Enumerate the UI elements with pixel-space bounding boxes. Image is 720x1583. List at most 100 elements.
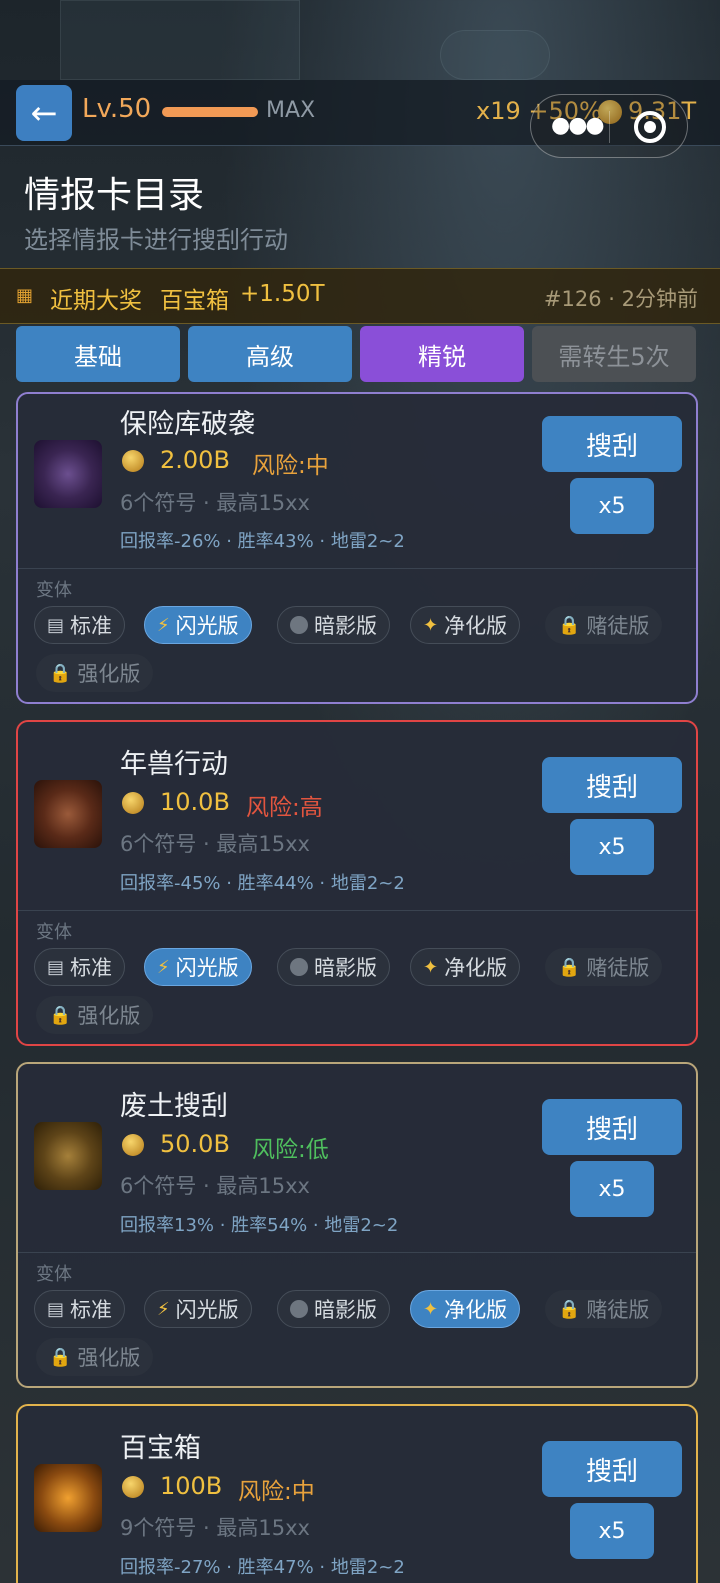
- card-symbols: 9个符号 · 最高15xx: [120, 1516, 310, 1540]
- capsule-divider: [609, 111, 610, 143]
- tab-locked[interactable]: 需转生5次: [532, 326, 696, 382]
- card-title: 百宝箱: [120, 1433, 201, 1464]
- document-icon: ▤: [47, 614, 65, 636]
- arrow-left-icon: ←: [30, 94, 58, 132]
- scrape-button[interactable]: 搜刮: [542, 1441, 682, 1497]
- lock-icon: 🔒: [49, 1004, 72, 1026]
- card-thumbnail: [34, 1464, 102, 1532]
- card-thumbnail: [34, 440, 102, 508]
- jackpot-card-name: 百宝箱: [160, 288, 229, 314]
- level-status: MAX: [266, 98, 316, 123]
- card-title: 年兽行动: [120, 749, 228, 780]
- variant-flash[interactable]: ⚡ 闪光版: [144, 1290, 252, 1328]
- variant-purified[interactable]: ✦ 净化版: [410, 606, 521, 644]
- sparkle-icon: ✦: [423, 614, 439, 636]
- tab-basic[interactable]: 基础: [16, 326, 180, 382]
- card-stats: 回报率13% · 胜率54% · 地雷2~2: [120, 1215, 399, 1236]
- card-nian-beast: 年兽行动 10.0B 风险:高 6个符号 · 最高15xx 回报率-45% · …: [16, 720, 698, 1046]
- card-cost: 10.0B: [160, 788, 230, 816]
- jackpot-meta: #126 · 2分钟前: [543, 287, 698, 311]
- scrape-x5-button[interactable]: x5: [570, 478, 654, 534]
- scrape-x5-button[interactable]: x5: [570, 819, 654, 875]
- more-icon[interactable]: ●●●: [551, 113, 605, 138]
- variant-purified[interactable]: ✦ 净化版: [410, 1290, 521, 1328]
- card-treasure-box: 百宝箱 100B 风险:中 9个符号 · 最高15xx 回报率-27% · 胜率…: [16, 1404, 698, 1583]
- back-button[interactable]: ←: [16, 85, 72, 141]
- card-divider: [18, 568, 696, 569]
- card-stats: 回报率-27% · 胜率47% · 地雷2~2: [120, 1557, 405, 1578]
- lightning-icon: ⚡: [157, 614, 170, 636]
- variant-enhanced-locked[interactable]: 🔒 强化版: [36, 654, 154, 692]
- scrape-button[interactable]: 搜刮: [542, 1099, 682, 1155]
- variant-standard[interactable]: ▤ 标准: [34, 606, 126, 644]
- card-stats: 回报率-45% · 胜率44% · 地雷2~2: [120, 873, 405, 894]
- lock-icon: 🔒: [49, 1346, 72, 1368]
- card-thumbnail: [34, 780, 102, 848]
- lock-icon: 🔒: [558, 1298, 581, 1320]
- background-monitor: [60, 0, 300, 80]
- variant-enhanced-locked[interactable]: 🔒 强化版: [36, 996, 154, 1034]
- card-vault-raid: 保险库破袭 2.00B 风险:中 6个符号 · 最高15xx 回报率-26% ·…: [16, 392, 698, 704]
- jackpot-banner: ▦ 近期大奖 百宝箱 +1.50T #126 · 2分钟前: [0, 268, 720, 324]
- shadow-orb-icon: [290, 616, 308, 634]
- variants-label: 变体: [36, 580, 72, 601]
- card-divider: [18, 910, 696, 911]
- sparkle-icon: ✦: [423, 1298, 439, 1320]
- lock-icon: 🔒: [558, 614, 581, 636]
- coin-icon: [122, 450, 144, 472]
- coin-icon: [122, 1476, 144, 1498]
- level-progress-bar: [162, 107, 258, 117]
- tab-elite[interactable]: 精锐: [360, 326, 524, 382]
- variant-shadow[interactable]: 暗影版: [277, 948, 390, 986]
- variant-gambler-locked[interactable]: 🔒 赌徒版: [545, 948, 663, 986]
- tab-advanced[interactable]: 高级: [188, 326, 352, 382]
- variant-shadow[interactable]: 暗影版: [277, 1290, 390, 1328]
- variants-label: 变体: [36, 922, 72, 943]
- variant-standard[interactable]: ▤ 标准: [34, 1290, 126, 1328]
- variant-purified[interactable]: ✦ 净化版: [410, 948, 521, 986]
- card-wasteland-scavenge: 废土搜刮 50.0B 风险:低 6个符号 · 最高15xx 回报率13% · 胜…: [16, 1062, 698, 1388]
- coin-icon: [122, 792, 144, 814]
- miniprogram-capsule: ●●●: [530, 94, 688, 158]
- variant-standard[interactable]: ▤ 标准: [34, 948, 126, 986]
- coin-icon: [122, 1134, 144, 1156]
- slot-machine-icon: ▦: [16, 285, 34, 306]
- variant-flash[interactable]: ⚡ 闪光版: [144, 948, 252, 986]
- variant-shadow[interactable]: 暗影版: [277, 606, 390, 644]
- document-icon: ▤: [47, 956, 65, 978]
- risk-level: 风险:低: [252, 1137, 329, 1163]
- risk-level: 风险:中: [252, 453, 329, 479]
- risk-level: 风险:中: [238, 1479, 315, 1505]
- card-stats: 回报率-26% · 胜率43% · 地雷2~2: [120, 531, 405, 552]
- lightning-icon: ⚡: [157, 956, 170, 978]
- card-cost: 50.0B: [160, 1130, 230, 1158]
- lock-icon: 🔒: [558, 956, 581, 978]
- page-subtitle: 选择情报卡进行搜刮行动: [24, 226, 288, 254]
- variants-label: 变体: [36, 1264, 72, 1285]
- scrape-x5-button[interactable]: x5: [570, 1161, 654, 1217]
- tier-tabs: 基础 高级 精锐 需转生5次: [16, 326, 696, 382]
- scrape-button[interactable]: 搜刮: [542, 757, 682, 813]
- shadow-orb-icon: [290, 1300, 308, 1318]
- card-symbols: 6个符号 · 最高15xx: [120, 1174, 310, 1198]
- card-cost: 100B: [160, 1472, 223, 1500]
- card-title: 废土搜刮: [120, 1091, 228, 1122]
- scrape-x5-button[interactable]: x5: [570, 1503, 654, 1559]
- jackpot-amount: +1.50T: [240, 281, 325, 307]
- variant-gambler-locked[interactable]: 🔒 赌徒版: [545, 1290, 663, 1328]
- variant-flash[interactable]: ⚡ 闪光版: [144, 606, 252, 644]
- variant-gambler-locked[interactable]: 🔒 赌徒版: [545, 606, 663, 644]
- close-target-icon[interactable]: [634, 111, 666, 143]
- card-cost: 2.00B: [160, 446, 230, 474]
- jackpot-label: 近期大奖: [50, 288, 142, 314]
- level-label: Lv.50: [82, 94, 152, 124]
- background-lamp: [440, 30, 550, 80]
- lock-icon: 🔒: [49, 662, 72, 684]
- card-thumbnail: [34, 1122, 102, 1190]
- page-title: 情报卡目录: [24, 175, 205, 216]
- scrape-button[interactable]: 搜刮: [542, 416, 682, 472]
- card-symbols: 6个符号 · 最高15xx: [120, 491, 310, 515]
- variant-enhanced-locked[interactable]: 🔒 强化版: [36, 1338, 154, 1376]
- sparkle-icon: ✦: [423, 956, 439, 978]
- lightning-icon: ⚡: [157, 1298, 170, 1320]
